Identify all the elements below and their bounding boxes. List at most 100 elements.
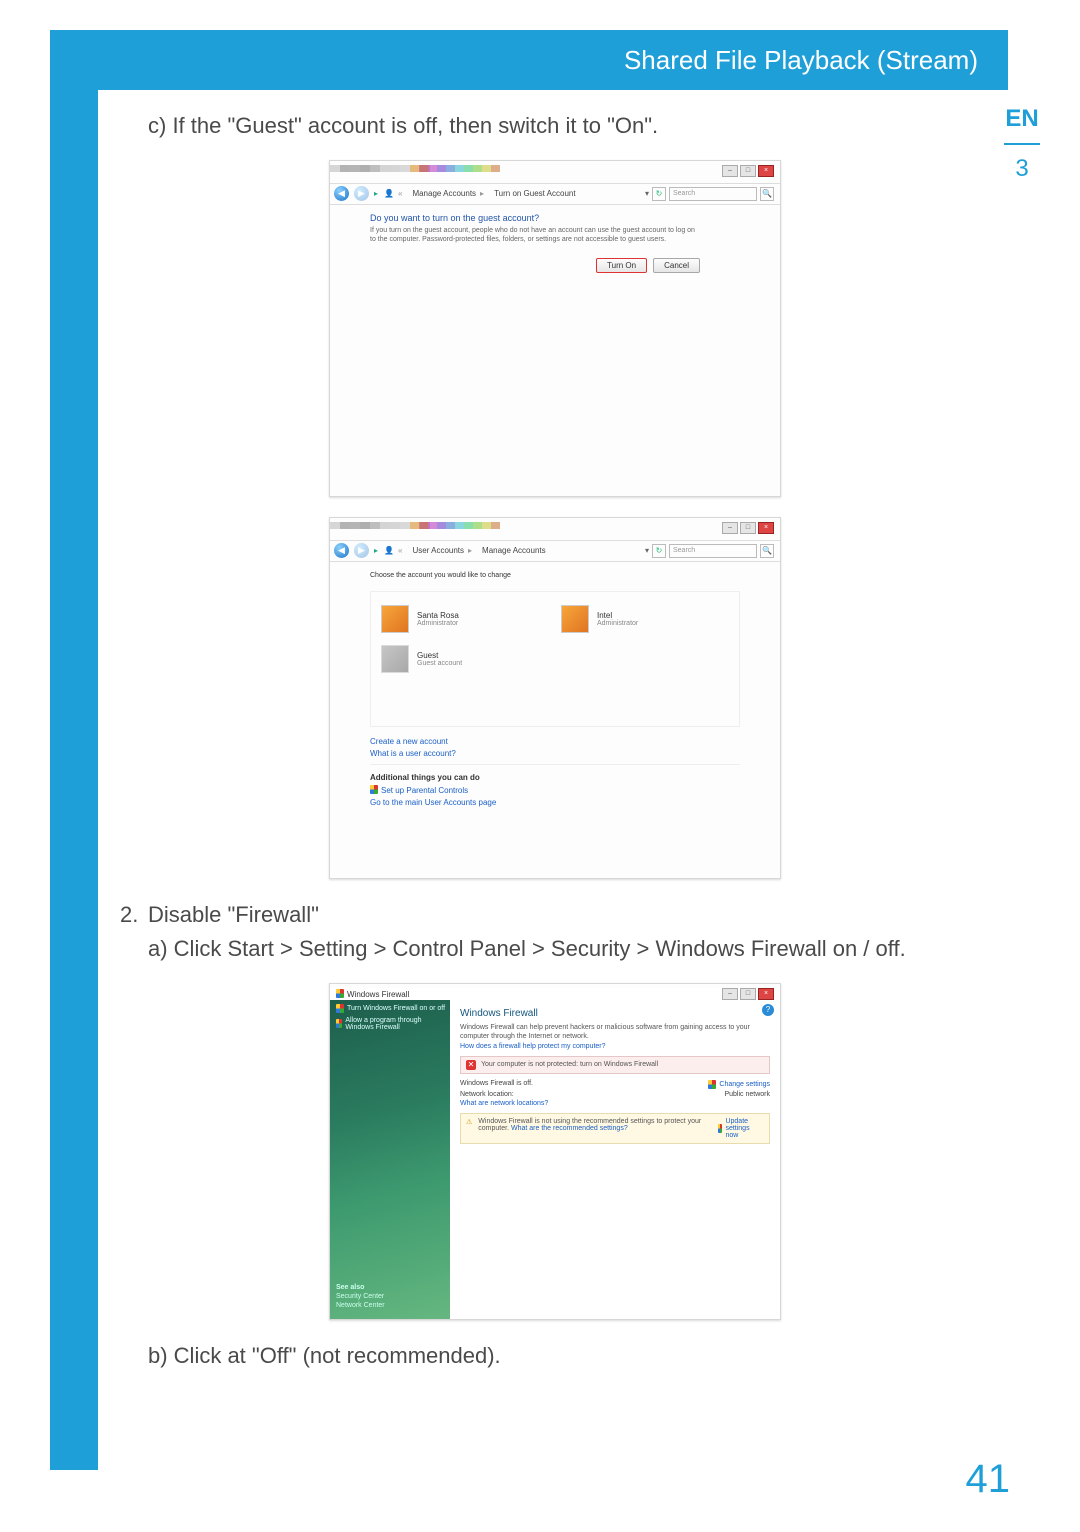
search-input[interactable]: Search <box>669 187 757 201</box>
shield-icon <box>336 1004 344 1013</box>
create-account-link[interactable]: Create a new account <box>370 737 740 746</box>
account-name: Santa Rosa <box>417 611 459 620</box>
minimize-button[interactable]: – <box>722 165 738 177</box>
step-2-title: Disable "Firewall" <box>148 899 319 931</box>
search-icon[interactable]: 🔍 <box>760 187 774 201</box>
search-icon[interactable]: 🔍 <box>760 544 774 558</box>
change-settings-link[interactable]: Change settings <box>708 1080 770 1089</box>
content-area: c) If the "Guest" account is off, then s… <box>120 110 990 1390</box>
firewall-alert: ✕ Your computer is not protected: turn o… <box>460 1056 770 1074</box>
turn-on-button[interactable]: Turn On <box>596 258 647 273</box>
account-name: Guest <box>417 651 438 660</box>
breadcrumb-bar: ◀ ▶ ▸ 👤 « User Accounts ▸ Manage Account… <box>330 540 780 562</box>
shield-icon <box>370 785 378 794</box>
breadcrumb-1[interactable]: User Accounts <box>412 546 464 555</box>
window-buttons: – □ × <box>722 522 774 534</box>
network-value: Public network <box>724 1091 770 1098</box>
screenshot-firewall: Windows Firewall – □ × Turn Windows Fire… <box>329 983 781 1320</box>
titlebar-tint-color <box>410 522 500 529</box>
top-accent-bar: Shared File Playback (Stream) <box>98 30 1008 90</box>
alert-icon: ✕ <box>466 1060 476 1070</box>
account-role: Guest account <box>417 660 462 667</box>
avatar-icon <box>381 605 409 633</box>
see-also-security[interactable]: Security Center <box>336 1293 444 1300</box>
refresh-button[interactable]: ↻ <box>652 544 666 558</box>
search-input[interactable]: Search <box>669 544 757 558</box>
main-accounts-link[interactable]: Go to the main User Accounts page <box>370 798 740 807</box>
firewall-heading: Windows Firewall <box>460 1008 780 1019</box>
parental-controls-link[interactable]: Set up Parental Controls <box>370 785 740 795</box>
status-row: Windows Firewall is off. Change settings <box>460 1080 770 1089</box>
nav-forward-icon[interactable]: ▶ <box>354 186 369 201</box>
firewall-sidebar: Turn Windows Firewall on or off Allow a … <box>330 1000 450 1319</box>
choose-heading: Choose the account you would like to cha… <box>370 572 740 581</box>
shield-icon <box>718 1124 723 1133</box>
side-tab: EN 3 <box>992 105 1052 183</box>
titlebar: – □ × <box>330 522 780 540</box>
nav-back-icon[interactable]: ◀ <box>334 543 349 558</box>
shield-icon <box>336 1019 342 1028</box>
maximize-button[interactable]: □ <box>740 165 756 177</box>
screenshot-manage-accounts: – □ × ◀ ▶ ▸ 👤 « User Accounts ▸ Manage A… <box>329 517 781 879</box>
what-is-account-link[interactable]: What is a user account? <box>370 749 740 758</box>
step-c-text: c) If the "Guest" account is off, then s… <box>148 110 990 142</box>
account-role: Administrator <box>597 620 638 627</box>
maximize-button[interactable]: □ <box>740 988 756 1000</box>
avatar-icon <box>561 605 589 633</box>
side-tab-chapter: 3 <box>992 155 1052 183</box>
see-also-network[interactable]: Network Center <box>336 1302 444 1309</box>
window-buttons: – □ × <box>722 165 774 177</box>
minimize-button[interactable]: – <box>722 988 738 1000</box>
firewall-desc: Windows Firewall can help prevent hacker… <box>460 1023 770 1041</box>
titlebar-tint-color <box>410 165 500 172</box>
network-locations-link[interactable]: What are network locations? <box>460 1100 780 1107</box>
firewall-help-link[interactable]: How does a firewall help protect my comp… <box>460 1043 780 1050</box>
side-tab-divider <box>1004 143 1040 145</box>
guest-description: If you turn on the guest account, people… <box>370 227 700 245</box>
nav-back-icon[interactable]: ◀ <box>334 186 349 201</box>
step-2b-text: b) Click at "Off" (not recommended). <box>148 1340 990 1372</box>
step-2a-text: a) Click Start > Setting > Control Panel… <box>148 933 990 965</box>
help-icon[interactable]: ? <box>762 1004 774 1016</box>
nav-forward-icon[interactable]: ▶ <box>354 543 369 558</box>
step-2-number: 2. <box>120 899 148 931</box>
avatar-icon <box>381 645 409 673</box>
see-also-heading: See also <box>336 1284 444 1291</box>
cancel-button[interactable]: Cancel <box>653 258 700 273</box>
update-settings-link[interactable]: Update settings now <box>718 1118 764 1139</box>
warning-link[interactable]: What are the recommended settings? <box>511 1125 628 1132</box>
screenshot-guest-on: – □ × ◀ ▶ ▸ 👤 « Manage Accounts ▸ Turn o… <box>329 160 781 497</box>
alert-text: Your computer is not protected: turn on … <box>481 1061 658 1068</box>
account-item[interactable]: IntelAdministrator <box>561 604 721 634</box>
close-button[interactable]: × <box>758 522 774 534</box>
titlebar: – □ × <box>330 165 780 183</box>
account-name: Intel <box>597 611 612 620</box>
account-item[interactable]: Santa RosaAdministrator <box>381 604 541 634</box>
breadcrumb-2[interactable]: Manage Accounts <box>482 546 546 555</box>
additional-heading: Additional things you can do <box>370 773 740 782</box>
firewall-main: ? Windows Firewall Windows Firewall can … <box>450 1000 780 1319</box>
maximize-button[interactable]: □ <box>740 522 756 534</box>
page-number: 41 <box>966 1457 1011 1502</box>
window-title: Windows Firewall <box>347 990 409 999</box>
refresh-button[interactable]: ↻ <box>652 187 666 201</box>
close-button[interactable]: × <box>758 165 774 177</box>
firewall-warning: ⚠ Windows Firewall is not using the reco… <box>460 1113 770 1144</box>
sidebar-link-toggle[interactable]: Turn Windows Firewall on or off <box>336 1004 450 1013</box>
network-row: Network location: Public network <box>460 1091 770 1098</box>
guest-question: Do you want to turn on the guest account… <box>370 213 740 223</box>
breadcrumb-1[interactable]: Manage Accounts <box>412 189 476 198</box>
account-item[interactable]: GuestGuest account <box>381 644 541 674</box>
status-key: Windows Firewall is off. <box>460 1080 610 1089</box>
breadcrumb-bar: ◀ ▶ ▸ 👤 « Manage Accounts ▸ Turn on Gues… <box>330 183 780 205</box>
minimize-button[interactable]: – <box>722 522 738 534</box>
section-title: Shared File Playback (Stream) <box>624 30 978 90</box>
warning-icon: ⚠ <box>466 1118 472 1127</box>
breadcrumb-2[interactable]: Turn on Guest Account <box>494 189 576 198</box>
close-button[interactable]: × <box>758 988 774 1000</box>
manual-page: Shared File Playback (Stream) EN 3 c) If… <box>0 0 1080 1532</box>
account-role: Administrator <box>417 620 459 627</box>
sidebar-link-allow[interactable]: Allow a program through Windows Firewall <box>336 1017 450 1031</box>
side-tab-lang: EN <box>992 105 1052 133</box>
left-accent-bar <box>50 30 98 1470</box>
